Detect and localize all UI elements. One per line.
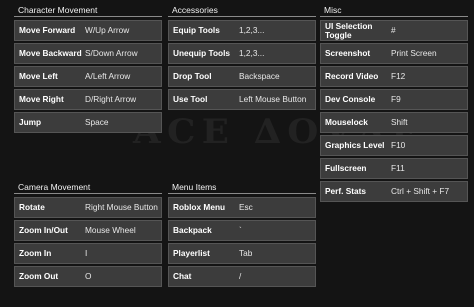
- key-label: 1,2,3...: [239, 48, 265, 58]
- action-label: Screenshot: [325, 48, 371, 58]
- key-label: Backspace: [239, 71, 280, 81]
- keybind-row: Graphics Level F10: [320, 135, 468, 156]
- keybind-row: Zoom In I: [14, 243, 162, 264]
- keybind-row: Drop Tool Backspace: [168, 66, 316, 87]
- keybind-row: Dev Console F9: [320, 89, 468, 110]
- key-label: S/Down Arrow: [85, 48, 138, 58]
- action-label: Perf. Stats: [325, 186, 367, 196]
- menu-items-section: Menu Items Roblox Menu Esc Backpack ` Pl…: [168, 180, 316, 289]
- keybind-row: Move Backward S/Down Arrow: [14, 43, 162, 64]
- keybind-row: Move Left A/Left Arrow: [14, 66, 162, 87]
- action-label: Backpack: [173, 225, 212, 235]
- action-label: UI Selection Toggle: [325, 20, 373, 40]
- key-label: F10: [391, 140, 406, 150]
- keybind-row: Playerlist Tab: [168, 243, 316, 264]
- action-label: Move Left: [19, 71, 58, 81]
- section-title: Menu Items: [168, 180, 316, 194]
- misc-section: Misc UI Selection Toggle # Screenshot Pr…: [320, 3, 468, 204]
- action-label: Zoom In: [19, 248, 52, 258]
- action-label: Roblox Menu: [173, 202, 226, 212]
- accessories-section: Accessories Equip Tools 1,2,3... Unequip…: [168, 3, 316, 112]
- keybind-row: Move Forward W/Up Arrow: [14, 20, 162, 41]
- character-movement-section: Character Movement Move Forward W/Up Arr…: [14, 3, 162, 135]
- key-label: W/Up Arrow: [85, 25, 130, 35]
- key-label: Shift: [391, 117, 408, 127]
- key-label: F9: [391, 94, 401, 104]
- action-label: Zoom Out: [19, 271, 59, 281]
- keybind-row: Mouselock Shift: [320, 112, 468, 133]
- action-label: Unequip Tools: [173, 48, 230, 58]
- key-label: F12: [391, 71, 406, 81]
- key-label: 1,2,3...: [239, 25, 265, 35]
- action-label: Use Tool: [173, 94, 208, 104]
- action-label: Zoom In/Out: [19, 225, 68, 235]
- section-title: Character Movement: [14, 3, 162, 17]
- key-label: F11: [391, 163, 405, 173]
- key-label: Tab: [239, 248, 253, 258]
- key-label: Ctrl + Shift + F7: [391, 186, 450, 196]
- keybind-row: UI Selection Toggle #: [320, 20, 468, 41]
- action-label: Move Right: [19, 94, 64, 104]
- keybind-row: Fullscreen F11: [320, 158, 468, 179]
- key-label: #: [391, 25, 396, 35]
- key-label: Mouse Wheel: [85, 225, 136, 235]
- key-label: Right Mouse Button: [85, 202, 158, 212]
- key-label: Esc: [239, 202, 253, 212]
- key-label: `: [239, 225, 242, 235]
- key-label: O: [85, 271, 92, 281]
- camera-movement-section: Camera Movement Rotate Right Mouse Butto…: [14, 180, 162, 289]
- key-label: Left Mouse Button: [239, 94, 307, 104]
- keybind-row: Zoom Out O: [14, 266, 162, 287]
- action-label: Fullscreen: [325, 163, 367, 173]
- section-title: Misc: [320, 3, 468, 17]
- action-label: Graphics Level: [325, 140, 385, 150]
- action-label: Drop Tool: [173, 71, 212, 81]
- action-label: Jump: [19, 117, 42, 127]
- key-label: /: [239, 271, 242, 281]
- action-label: Mouselock: [325, 117, 368, 127]
- keybind-row: Roblox Menu Esc: [168, 197, 316, 218]
- key-label: D/Right Arrow: [85, 94, 137, 104]
- keybind-row: Use Tool Left Mouse Button: [168, 89, 316, 110]
- action-label: Equip Tools: [173, 25, 220, 35]
- action-label: Dev Console: [325, 94, 376, 104]
- key-label: A/Left Arrow: [85, 71, 131, 81]
- key-label: Print Screen: [391, 48, 437, 58]
- keybind-row: Jump Space: [14, 112, 162, 133]
- action-label: Playerlist: [173, 248, 210, 258]
- keybind-row: Perf. Stats Ctrl + Shift + F7: [320, 181, 468, 202]
- key-label: Space: [85, 117, 109, 127]
- keybind-row: Screenshot Print Screen: [320, 43, 468, 64]
- keybind-row: Unequip Tools 1,2,3...: [168, 43, 316, 64]
- keybind-row: Move Right D/Right Arrow: [14, 89, 162, 110]
- keybind-row: Backpack `: [168, 220, 316, 241]
- section-title: Camera Movement: [14, 180, 162, 194]
- action-label: Rotate: [19, 202, 45, 212]
- keybind-row: Equip Tools 1,2,3...: [168, 20, 316, 41]
- key-label: I: [85, 248, 88, 258]
- keybind-row: Chat /: [168, 266, 316, 287]
- action-label: Move Backward: [19, 48, 82, 58]
- action-label: Move Forward: [19, 25, 76, 35]
- action-label: Record Video: [325, 71, 379, 81]
- action-label: Chat: [173, 271, 192, 281]
- section-title: Accessories: [168, 3, 316, 17]
- keybind-row: Zoom In/Out Mouse Wheel: [14, 220, 162, 241]
- keybind-row: Rotate Right Mouse Button: [14, 197, 162, 218]
- keybind-row: Record Video F12: [320, 66, 468, 87]
